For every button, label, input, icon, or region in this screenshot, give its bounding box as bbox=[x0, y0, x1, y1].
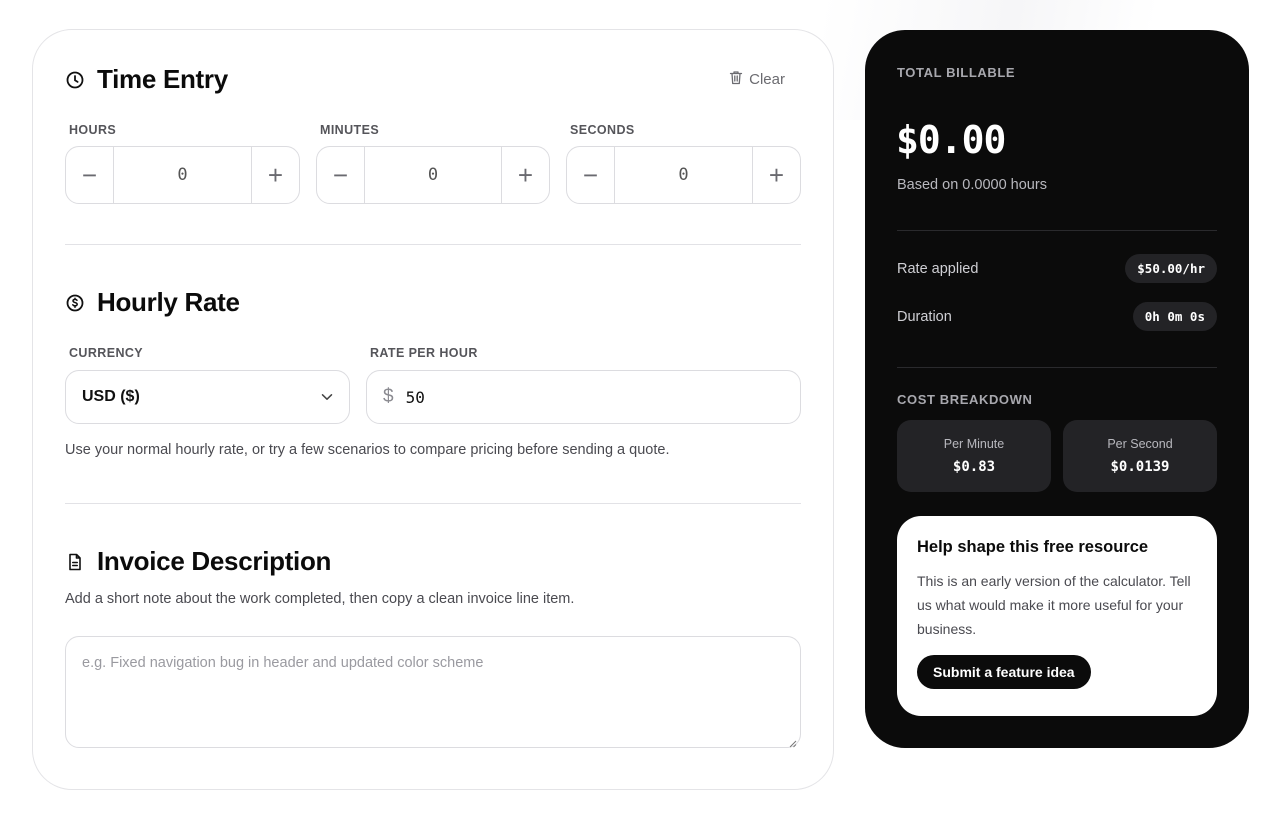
summary-panel: TOTAL BILLABLE $0.00 Based on 0.0000 hou… bbox=[865, 30, 1249, 748]
submit-feature-idea-button[interactable]: Submit a feature idea bbox=[917, 655, 1091, 689]
resize-handle-icon[interactable] bbox=[789, 736, 797, 748]
clear-button[interactable]: Clear bbox=[729, 70, 785, 89]
seconds-stepper: − 0 + bbox=[566, 146, 801, 204]
dollar-circle-icon bbox=[65, 293, 85, 313]
per-second-card: Per Second $0.0139 bbox=[1063, 420, 1217, 492]
currency-value: USD ($) bbox=[82, 388, 140, 405]
panel-divider bbox=[897, 230, 1217, 231]
currency-label: CURRENCY bbox=[69, 346, 144, 360]
minutes-label: MINUTES bbox=[320, 123, 380, 137]
rate-currency-symbol: $ bbox=[383, 386, 394, 407]
section-divider bbox=[65, 244, 801, 245]
cost-breakdown-label: COST BREAKDOWN bbox=[897, 392, 1033, 407]
rate-applied-row: Rate applied $50.00/hr bbox=[897, 254, 1217, 283]
clock-icon bbox=[65, 70, 85, 90]
rate-input[interactable]: 50 bbox=[406, 388, 425, 407]
minutes-decrement-button[interactable]: − bbox=[317, 147, 364, 203]
duration-value: 0h 0m 0s bbox=[1132, 302, 1217, 331]
invoice-placeholder: e.g. Fixed navigation bug in header and … bbox=[82, 655, 484, 671]
minus-icon: − bbox=[582, 159, 599, 190]
invoice-description-textarea[interactable]: e.g. Fixed navigation bug in header and … bbox=[65, 636, 801, 748]
per-minute-label: Per Minute bbox=[943, 437, 1005, 451]
seconds-input[interactable]: 0 bbox=[614, 147, 753, 203]
duration-row: Duration 0h 0m 0s bbox=[897, 302, 1217, 331]
time-entry-header: Time Entry bbox=[65, 64, 228, 95]
plus-icon: + bbox=[517, 159, 534, 190]
hours-stepper: − 0 + bbox=[65, 146, 300, 204]
invoice-title: Invoice Description bbox=[97, 546, 332, 576]
plus-icon: + bbox=[267, 159, 284, 190]
seconds-label: SECONDS bbox=[570, 123, 635, 137]
invoice-subtitle: Add a short note about the work complete… bbox=[65, 591, 575, 607]
per-second-label: Per Second bbox=[1107, 437, 1173, 451]
rate-applied-value: $50.00/hr bbox=[1125, 254, 1217, 283]
hours-label: HOURS bbox=[69, 123, 117, 137]
trash-icon bbox=[729, 70, 743, 89]
panel-divider bbox=[897, 367, 1217, 368]
minutes-stepper: − 0 + bbox=[316, 146, 550, 204]
minutes-input[interactable]: 0 bbox=[364, 147, 502, 203]
per-minute-value: $0.83 bbox=[952, 459, 996, 475]
rate-per-hour-label: RATE PER HOUR bbox=[370, 346, 478, 360]
feedback-title: Help shape this free resource bbox=[917, 538, 1149, 556]
feedback-body: This is an early version of the calculat… bbox=[917, 573, 1191, 637]
hours-input[interactable]: 0 bbox=[113, 147, 252, 203]
hours-decrement-button[interactable]: − bbox=[66, 147, 113, 203]
seconds-increment-button[interactable]: + bbox=[753, 147, 800, 203]
calculator-form-card: Time Entry Clear HOURS MINUTES SECONDS −… bbox=[32, 29, 834, 790]
chevron-down-icon bbox=[321, 388, 333, 406]
section-divider bbox=[65, 503, 801, 504]
total-billable-label: TOTAL BILLABLE bbox=[897, 65, 1016, 80]
minus-icon: − bbox=[81, 159, 98, 190]
time-entry-title: Time Entry bbox=[97, 64, 228, 94]
per-second-value: $0.0139 bbox=[1110, 459, 1170, 475]
clear-label: Clear bbox=[749, 71, 785, 88]
per-minute-card: Per Minute $0.83 bbox=[897, 420, 1051, 492]
plus-icon: + bbox=[768, 159, 785, 190]
minus-icon: − bbox=[332, 159, 349, 190]
seconds-decrement-button[interactable]: − bbox=[567, 147, 614, 203]
total-billable-amount: $0.00 bbox=[896, 118, 1006, 162]
hourly-rate-header: Hourly Rate bbox=[65, 287, 240, 318]
rate-help-text: Use your normal hourly rate, or try a fe… bbox=[65, 442, 670, 458]
invoice-header: Invoice Description bbox=[65, 546, 331, 577]
duration-label: Duration bbox=[897, 308, 952, 325]
currency-select[interactable]: USD ($) bbox=[65, 370, 350, 424]
hourly-rate-title: Hourly Rate bbox=[97, 287, 240, 317]
rate-applied-label: Rate applied bbox=[897, 260, 979, 277]
rate-input-field[interactable]: $ 50 bbox=[366, 370, 801, 424]
feedback-card: Help shape this free resource This is an… bbox=[897, 516, 1217, 716]
hours-increment-button[interactable]: + bbox=[252, 147, 299, 203]
minutes-increment-button[interactable]: + bbox=[502, 147, 549, 203]
document-icon bbox=[65, 552, 85, 572]
based-on-hours: Based on 0.0000 hours bbox=[897, 177, 1047, 193]
